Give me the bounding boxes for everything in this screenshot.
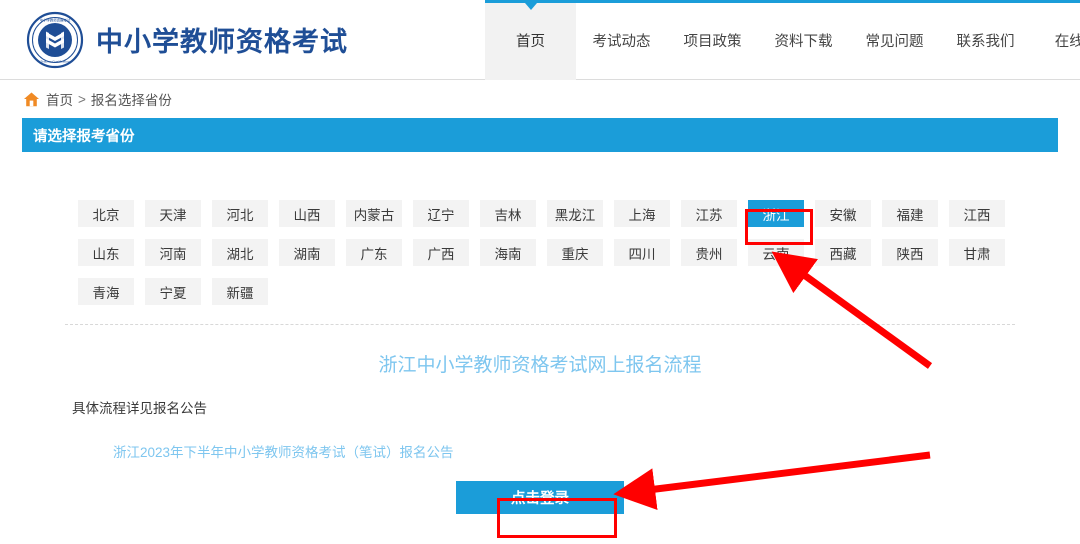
nav-item-downloads-label: 资料下载 bbox=[774, 33, 833, 50]
province-button-sichuan[interactable]: 四川 bbox=[614, 239, 670, 266]
province-button-jiangxi[interactable]: 江西 bbox=[949, 200, 1005, 227]
emblem-logo-icon: 中小学教师资格考试 Teacher Qualification bbox=[26, 11, 84, 69]
nav-underline bbox=[1031, 0, 1080, 3]
province-button-qinghai[interactable]: 青海 bbox=[78, 278, 134, 305]
province-button-ningxia[interactable]: 宁夏 bbox=[145, 278, 201, 305]
announcement-link[interactable]: 浙江2023年下半年中小学教师资格考试（笔试）报名公告 bbox=[0, 417, 1080, 461]
province-button-shandong[interactable]: 山东 bbox=[78, 239, 134, 266]
nav-item-faq[interactable]: 常见问题 bbox=[849, 0, 940, 80]
province-button-gansu[interactable]: 甘肃 bbox=[949, 239, 1005, 266]
nav-item-contact[interactable]: 联系我们 bbox=[940, 0, 1031, 80]
breadcrumb: 首页 > 报名选择省份 bbox=[0, 80, 1080, 115]
nav-item-exam-news-label: 考试动态 bbox=[592, 33, 651, 50]
home-icon bbox=[23, 91, 40, 108]
province-button-fujian[interactable]: 福建 bbox=[882, 200, 938, 227]
nav-underline bbox=[849, 0, 940, 3]
nav-item-exam-news[interactable]: 考试动态 bbox=[576, 0, 667, 80]
nav-item-faq-label: 常见问题 bbox=[865, 33, 924, 50]
site-header: 中小学教师资格考试 Teacher Qualification 中小学教师资格考… bbox=[0, 0, 1080, 80]
section-bar: 请选择报考省份 bbox=[22, 118, 1058, 152]
breadcrumb-home[interactable]: 首页 bbox=[46, 89, 73, 109]
province-button-tianjin[interactable]: 天津 bbox=[145, 200, 201, 227]
nav-item-policy-label: 项目政策 bbox=[683, 33, 742, 50]
nav-item-home-label: 首页 bbox=[516, 33, 545, 50]
province-button-xinjiang[interactable]: 新疆 bbox=[212, 278, 268, 305]
province-button-guangxi[interactable]: 广西 bbox=[413, 239, 469, 266]
province-button-jilin[interactable]: 吉林 bbox=[480, 200, 536, 227]
province-button-shanghai[interactable]: 上海 bbox=[614, 200, 670, 227]
province-button-guizhou[interactable]: 贵州 bbox=[681, 239, 737, 266]
province-panel: 北京 天津 河北 山西 内蒙古 辽宁 吉林 黑龙江 上海 江苏 浙江 安徽 福建… bbox=[0, 152, 1080, 305]
svg-text:中小学教师资格考试: 中小学教师资格考试 bbox=[40, 17, 71, 22]
province-button-yunnan[interactable]: 云南 bbox=[748, 239, 804, 266]
province-button-hubei[interactable]: 湖北 bbox=[212, 239, 268, 266]
flow-note: 具体流程详见报名公告 bbox=[72, 401, 207, 416]
nav-underline bbox=[758, 0, 849, 3]
province-button-tibet[interactable]: 西藏 bbox=[815, 239, 871, 266]
brand[interactable]: 中小学教师资格考试 Teacher Qualification 中小学教师资格考… bbox=[0, 11, 348, 69]
breadcrumb-separator: > bbox=[78, 91, 86, 107]
province-button-beijing[interactable]: 北京 bbox=[78, 200, 134, 227]
province-button-henan[interactable]: 河南 bbox=[145, 239, 201, 266]
province-button-hebei[interactable]: 河北 bbox=[212, 200, 268, 227]
province-button-guangdong[interactable]: 广东 bbox=[346, 239, 402, 266]
nav-item-home[interactable]: 首页 bbox=[485, 0, 576, 80]
province-button-hunan[interactable]: 湖南 bbox=[279, 239, 335, 266]
nav-item-downloads[interactable]: 资料下载 bbox=[758, 0, 849, 80]
nav-item-contact-label: 联系我们 bbox=[956, 33, 1015, 50]
main-nav: 首页 考试动态 项目政策 资料下载 常见问题 联系我们 在线咨 bbox=[485, 0, 1080, 80]
province-button-zhejiang[interactable]: 浙江 bbox=[748, 200, 804, 227]
nav-underline bbox=[940, 0, 1031, 3]
login-button-wrap: 点击登录 bbox=[0, 461, 1080, 514]
flow-title: 浙江中小学教师资格考试网上报名流程 bbox=[378, 355, 702, 376]
svg-text:Teacher Qualification: Teacher Qualification bbox=[41, 59, 70, 63]
province-button-chongqing[interactable]: 重庆 bbox=[547, 239, 603, 266]
province-button-shanxi[interactable]: 山西 bbox=[279, 200, 335, 227]
province-button-inner-mongolia[interactable]: 内蒙古 bbox=[346, 200, 402, 227]
breadcrumb-current: 报名选择省份 bbox=[90, 93, 172, 108]
province-button-shaanxi[interactable]: 陕西 bbox=[882, 239, 938, 266]
nav-item-online-consult[interactable]: 在线咨 bbox=[1031, 0, 1080, 80]
province-button-jiangsu[interactable]: 江苏 bbox=[681, 200, 737, 227]
province-button-hainan[interactable]: 海南 bbox=[480, 239, 536, 266]
province-row: 青海 宁夏 新疆 bbox=[0, 278, 1080, 305]
nav-underline bbox=[576, 0, 667, 3]
province-button-heilongjiang[interactable]: 黑龙江 bbox=[547, 200, 603, 227]
login-button[interactable]: 点击登录 bbox=[456, 481, 624, 514]
province-row: 北京 天津 河北 山西 内蒙古 辽宁 吉林 黑龙江 上海 江苏 浙江 安徽 福建… bbox=[0, 200, 1080, 227]
province-button-liaoning[interactable]: 辽宁 bbox=[413, 200, 469, 227]
nav-item-online-consult-label: 在线咨 bbox=[1054, 33, 1080, 50]
section-bar-title: 请选择报考省份 bbox=[33, 128, 135, 145]
nav-item-policy[interactable]: 项目政策 bbox=[667, 0, 758, 80]
province-button-anhui[interactable]: 安徽 bbox=[815, 200, 871, 227]
nav-underline bbox=[667, 0, 758, 3]
site-title: 中小学教师资格考试 bbox=[96, 27, 348, 57]
province-row: 山东 河南 湖北 湖南 广东 广西 海南 重庆 四川 贵州 云南 西藏 陕西 甘… bbox=[0, 239, 1080, 266]
